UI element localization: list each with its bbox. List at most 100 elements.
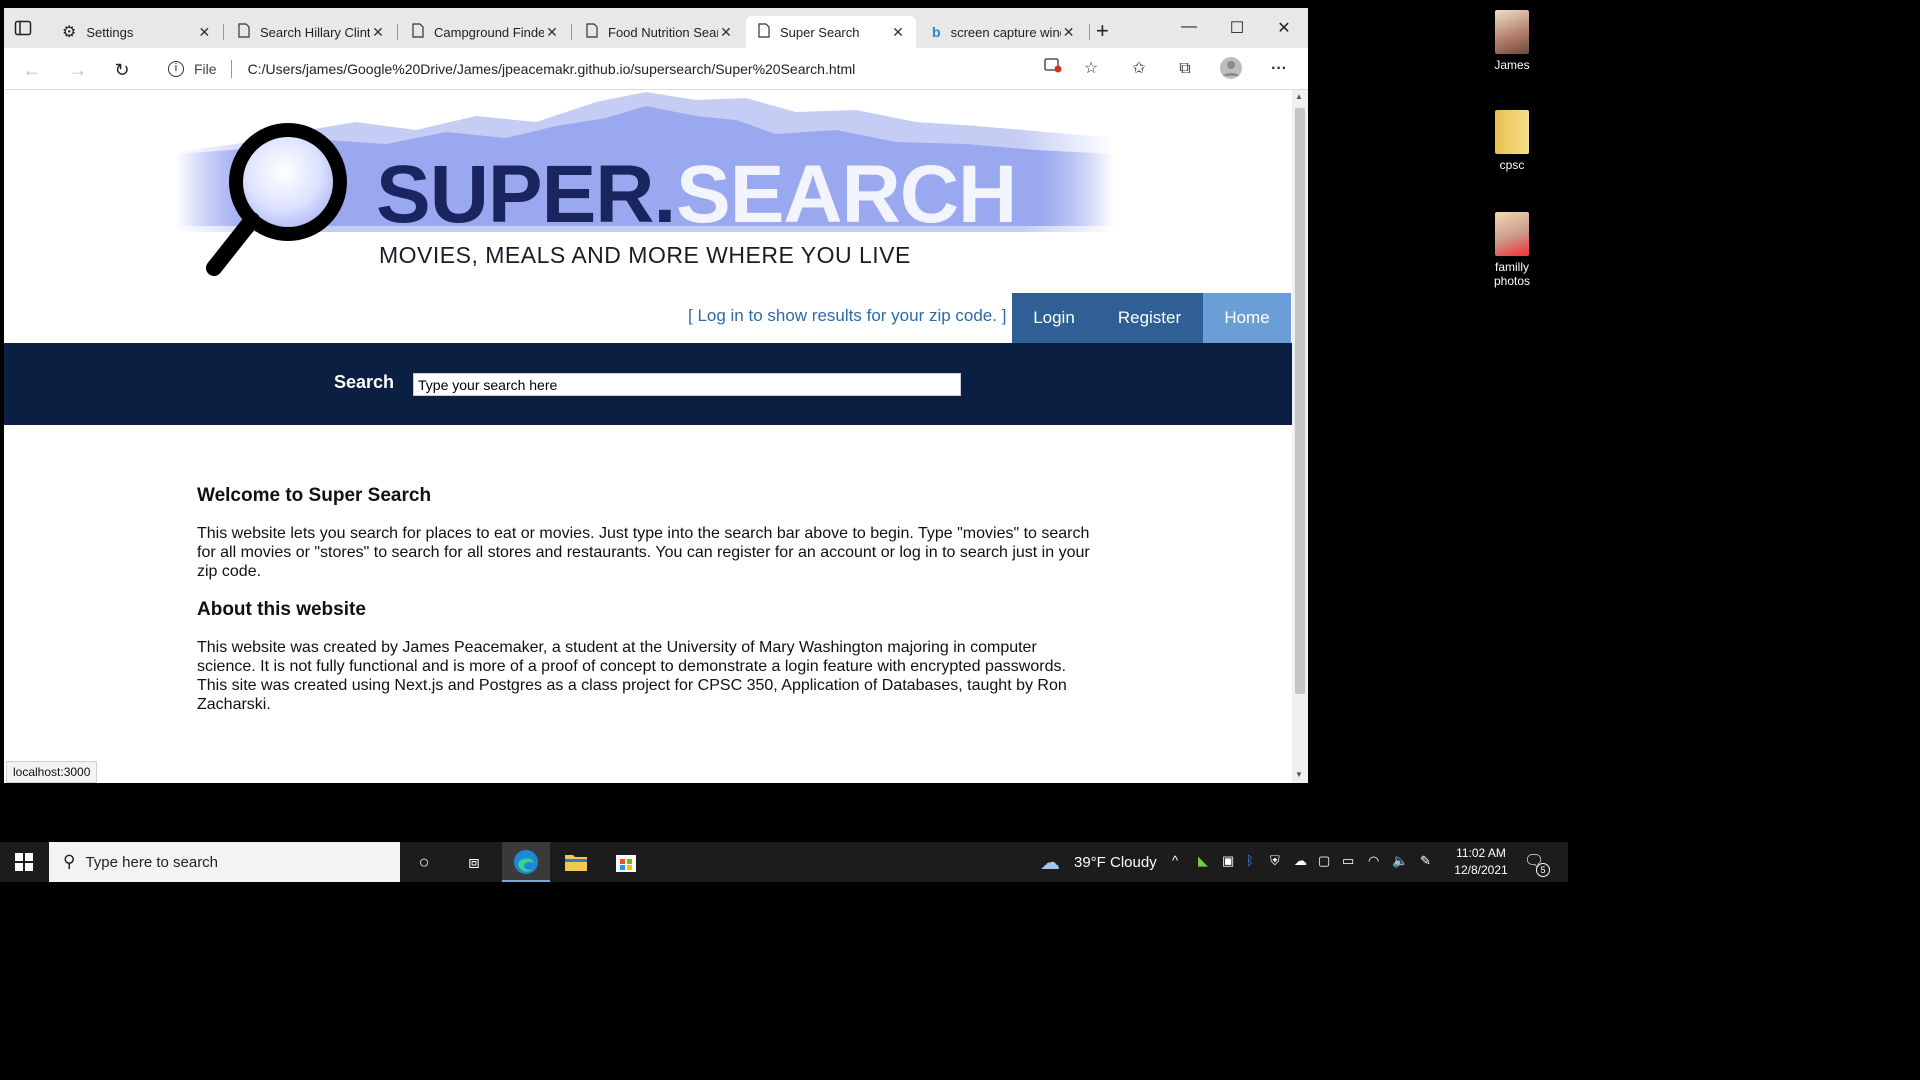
nvidia-icon[interactable]: ◣ — [1198, 853, 1208, 869]
tab-label: Search Hillary Clinton — [260, 24, 370, 40]
scrollbar[interactable]: ▲ ▼ — [1292, 90, 1308, 783]
show-hidden-icons[interactable]: ^ — [1172, 853, 1178, 868]
edge-icon[interactable] — [502, 842, 550, 882]
main-content: Welcome to Super Search This website let… — [197, 485, 1097, 732]
wifi-icon[interactable]: ◠ — [1368, 853, 1379, 869]
welcome-heading: Welcome to Super Search — [197, 485, 432, 506]
close-icon[interactable]: ✕ — [890, 24, 906, 41]
clock[interactable]: 11:02 AM 12/8/2021 — [1450, 845, 1512, 879]
store-icon[interactable] — [602, 842, 650, 882]
cortana-icon[interactable]: ○ — [400, 842, 448, 882]
page-viewport: SUPER. SEARCH MOVIES, MEALS AND MORE WHE… — [4, 90, 1292, 783]
maximize-icon[interactable]: ☐ — [1222, 18, 1252, 38]
close-icon[interactable]: ✕ — [1061, 24, 1077, 41]
url-divider — [230, 60, 232, 78]
url-text: C:/Users/james/Google%20Drive/James/jpea… — [247, 61, 856, 77]
volume-icon[interactable]: 🔈 — [1392, 853, 1408, 869]
close-window-icon[interactable]: ✕ — [1269, 18, 1299, 38]
tab-label: Super Search — [780, 24, 860, 40]
tab-label: screen capture window — [950, 24, 1061, 40]
cloud-icon: ☁ — [1040, 852, 1060, 874]
tab-campground-finder[interactable]: Campground Finder ✕ — [400, 16, 572, 48]
info-icon[interactable]: i — [168, 61, 184, 77]
page-icon — [238, 23, 250, 41]
tab-label: Campground Finder — [434, 24, 544, 40]
nav-register[interactable]: Register — [1096, 293, 1203, 343]
desktop-icon-label: familly photos — [1493, 260, 1531, 288]
close-icon[interactable]: ✕ — [370, 24, 386, 41]
tab-search-hillary[interactable]: Search Hillary Clinton ✕ — [226, 16, 398, 48]
favorites-icon[interactable]: ✩ — [1126, 56, 1152, 82]
folder-icon — [1495, 110, 1529, 154]
tab-super-search[interactable]: Super Search ✕ — [746, 16, 916, 48]
add-favorite-icon[interactable]: ☆ — [1078, 56, 1104, 82]
login-message-link[interactable]: [ Log in to show results for your zip co… — [688, 306, 1006, 326]
minimize-icon[interactable]: — — [1174, 18, 1204, 36]
file-explorer-icon[interactable] — [552, 842, 600, 882]
desktop-icon-cpsc[interactable]: cpsc — [1482, 110, 1542, 172]
display-icon[interactable]: ▢ — [1318, 853, 1330, 869]
desktop-icon-label: cpsc — [1499, 158, 1525, 172]
weather-text[interactable]: 39°F Cloudy — [1074, 854, 1157, 871]
new-tab-button[interactable]: + — [1096, 18, 1109, 44]
taskbar: ⚲ Type here to search ○ ⧈ ☁ 39°F Cloudy … — [0, 842, 1568, 882]
folder-icon — [1495, 10, 1529, 54]
tracking-prevention-icon[interactable] — [1040, 56, 1066, 82]
about-text: This website was created by James Peacem… — [197, 639, 1067, 713]
welcome-text: This website lets you search for places … — [197, 525, 1090, 580]
forward-icon[interactable]: → — [64, 56, 92, 84]
tab-settings[interactable]: ⚙ Settings ✕ — [50, 16, 224, 48]
onedrive-icon[interactable]: ☁ — [1294, 853, 1307, 869]
scroll-down-icon[interactable]: ▼ — [1295, 770, 1303, 779]
collections-icon[interactable]: ⧉ — [1172, 56, 1198, 82]
close-icon[interactable]: ✕ — [544, 24, 560, 41]
bluetooth-icon[interactable]: ᛒ — [1246, 853, 1254, 868]
search-icon: ⚲ — [63, 852, 76, 871]
scroll-up-icon[interactable]: ▲ — [1295, 92, 1303, 101]
nav-login[interactable]: Login — [1012, 293, 1096, 343]
url-field[interactable]: i File C:/Users/james/Google%20Drive/Jam… — [154, 53, 1114, 85]
about-heading: About this website — [197, 599, 366, 620]
close-icon[interactable]: ✕ — [196, 24, 212, 41]
tab-label: Food Nutrition Search — [608, 24, 718, 40]
bing-icon: b — [932, 24, 941, 40]
profile-avatar[interactable] — [1218, 56, 1244, 82]
brand-search-text: SEARCH — [676, 149, 1017, 240]
refresh-icon[interactable]: ↻ — [108, 56, 136, 84]
tab-label: Settings — [86, 24, 134, 40]
tab-actions-icon[interactable] — [14, 20, 34, 38]
gear-icon: ⚙ — [62, 24, 77, 41]
security-icon[interactable]: ⛨ — [1270, 853, 1280, 869]
desktop-icon-label: James — [1494, 58, 1530, 72]
scheme-label: File — [194, 61, 217, 77]
task-view-icon[interactable]: ⧈ — [450, 842, 498, 882]
search-label: Search — [334, 372, 395, 392]
tab-screen-capture[interactable]: b screen capture window ✕ — [920, 16, 1090, 48]
windows-start-icon[interactable] — [0, 842, 48, 882]
search-input[interactable] — [413, 373, 961, 396]
close-icon[interactable]: ✕ — [718, 24, 734, 41]
tab-food-nutrition[interactable]: Food Nutrition Search ✕ — [574, 16, 744, 48]
brand-super-text: SUPER. — [376, 149, 676, 240]
taskbar-search[interactable]: ⚲ Type here to search — [49, 842, 400, 882]
meet-now-icon[interactable]: ▣ — [1222, 853, 1234, 869]
pen-icon[interactable]: ✎ — [1420, 853, 1431, 869]
more-options-icon[interactable]: ··· — [1266, 56, 1292, 82]
scroll-thumb[interactable] — [1295, 108, 1305, 694]
clock-date: 12/8/2021 — [1454, 863, 1508, 877]
status-url: localhost:3000 — [6, 761, 98, 783]
notification-badge: 5 — [1536, 863, 1550, 877]
tagline: MOVIES, MEALS AND MORE WHERE YOU LIVE — [379, 242, 911, 268]
folder-icon — [1495, 212, 1529, 256]
desktop-icon-james[interactable]: James — [1482, 10, 1542, 72]
page-icon — [758, 23, 770, 41]
desktop-icon-familly-photos[interactable]: familly photos — [1482, 212, 1542, 288]
main-nav: Login Register Home — [1012, 293, 1291, 343]
back-icon[interactable]: ← — [18, 56, 46, 84]
nav-home[interactable]: Home — [1203, 293, 1291, 343]
taskbar-search-placeholder: Type here to search — [85, 853, 219, 871]
battery-icon[interactable]: ▭ — [1342, 853, 1354, 869]
address-bar: ← → ↻ i File C:/Users/james/Google%20Dri… — [4, 48, 1308, 90]
page-icon — [586, 23, 598, 41]
tab-strip: ⚙ Settings ✕ Search Hillary Clinton ✕ Ca… — [4, 8, 1308, 48]
